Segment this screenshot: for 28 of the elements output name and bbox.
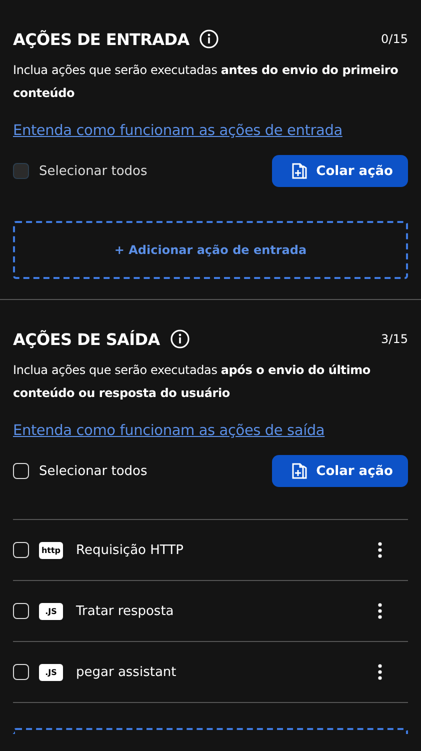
section-title: AÇÕES DE ENTRADA — [13, 30, 190, 48]
action-count: 0/15 — [381, 32, 408, 46]
action-name[interactable]: Tratar resposta — [76, 604, 174, 618]
add-action-button[interactable] — [13, 728, 408, 734]
select-all-label: Selecionar todos — [39, 464, 148, 478]
action-type-badge: http — [39, 542, 63, 558]
paste-action-button[interactable]: Colar ação — [272, 455, 408, 487]
more-options-icon[interactable] — [378, 664, 382, 680]
action-name[interactable]: pegar assistant — [76, 664, 176, 680]
paste-action-button[interactable]: Colar ação — [272, 155, 408, 187]
action-checkbox[interactable] — [13, 664, 29, 680]
select-all-label: Selecionar todos — [39, 164, 148, 178]
action-count: 3/15 — [381, 332, 408, 346]
action-checkbox[interactable] — [13, 542, 29, 558]
add-action-button[interactable]: + Adicionar ação de entrada — [13, 221, 408, 279]
more-options-icon[interactable] — [378, 603, 382, 619]
help-link[interactable]: Entenda como funcionam as ações de saída — [13, 423, 325, 439]
help-link[interactable]: Entenda como funcionam as ações de entrada — [13, 123, 342, 139]
action-checkbox[interactable] — [13, 603, 29, 619]
action-name[interactable]: Requisição HTTP — [76, 542, 184, 558]
more-options-icon[interactable] — [378, 542, 382, 558]
section-description: Inclua ações que serão executadas antes do envio do primeiro conteúdo — [13, 62, 400, 102]
section-title: AÇÕES DE SAÍDA — [13, 330, 160, 348]
info-icon[interactable] — [170, 329, 190, 349]
action-type-badge: .JS — [39, 664, 63, 680]
info-icon[interactable] — [199, 29, 220, 49]
section-description: Inclua ações que serão executadas após o envio do último conteúdo ou resposta do usuário — [13, 362, 372, 402]
action-type-badge: .JS — [39, 602, 63, 620]
